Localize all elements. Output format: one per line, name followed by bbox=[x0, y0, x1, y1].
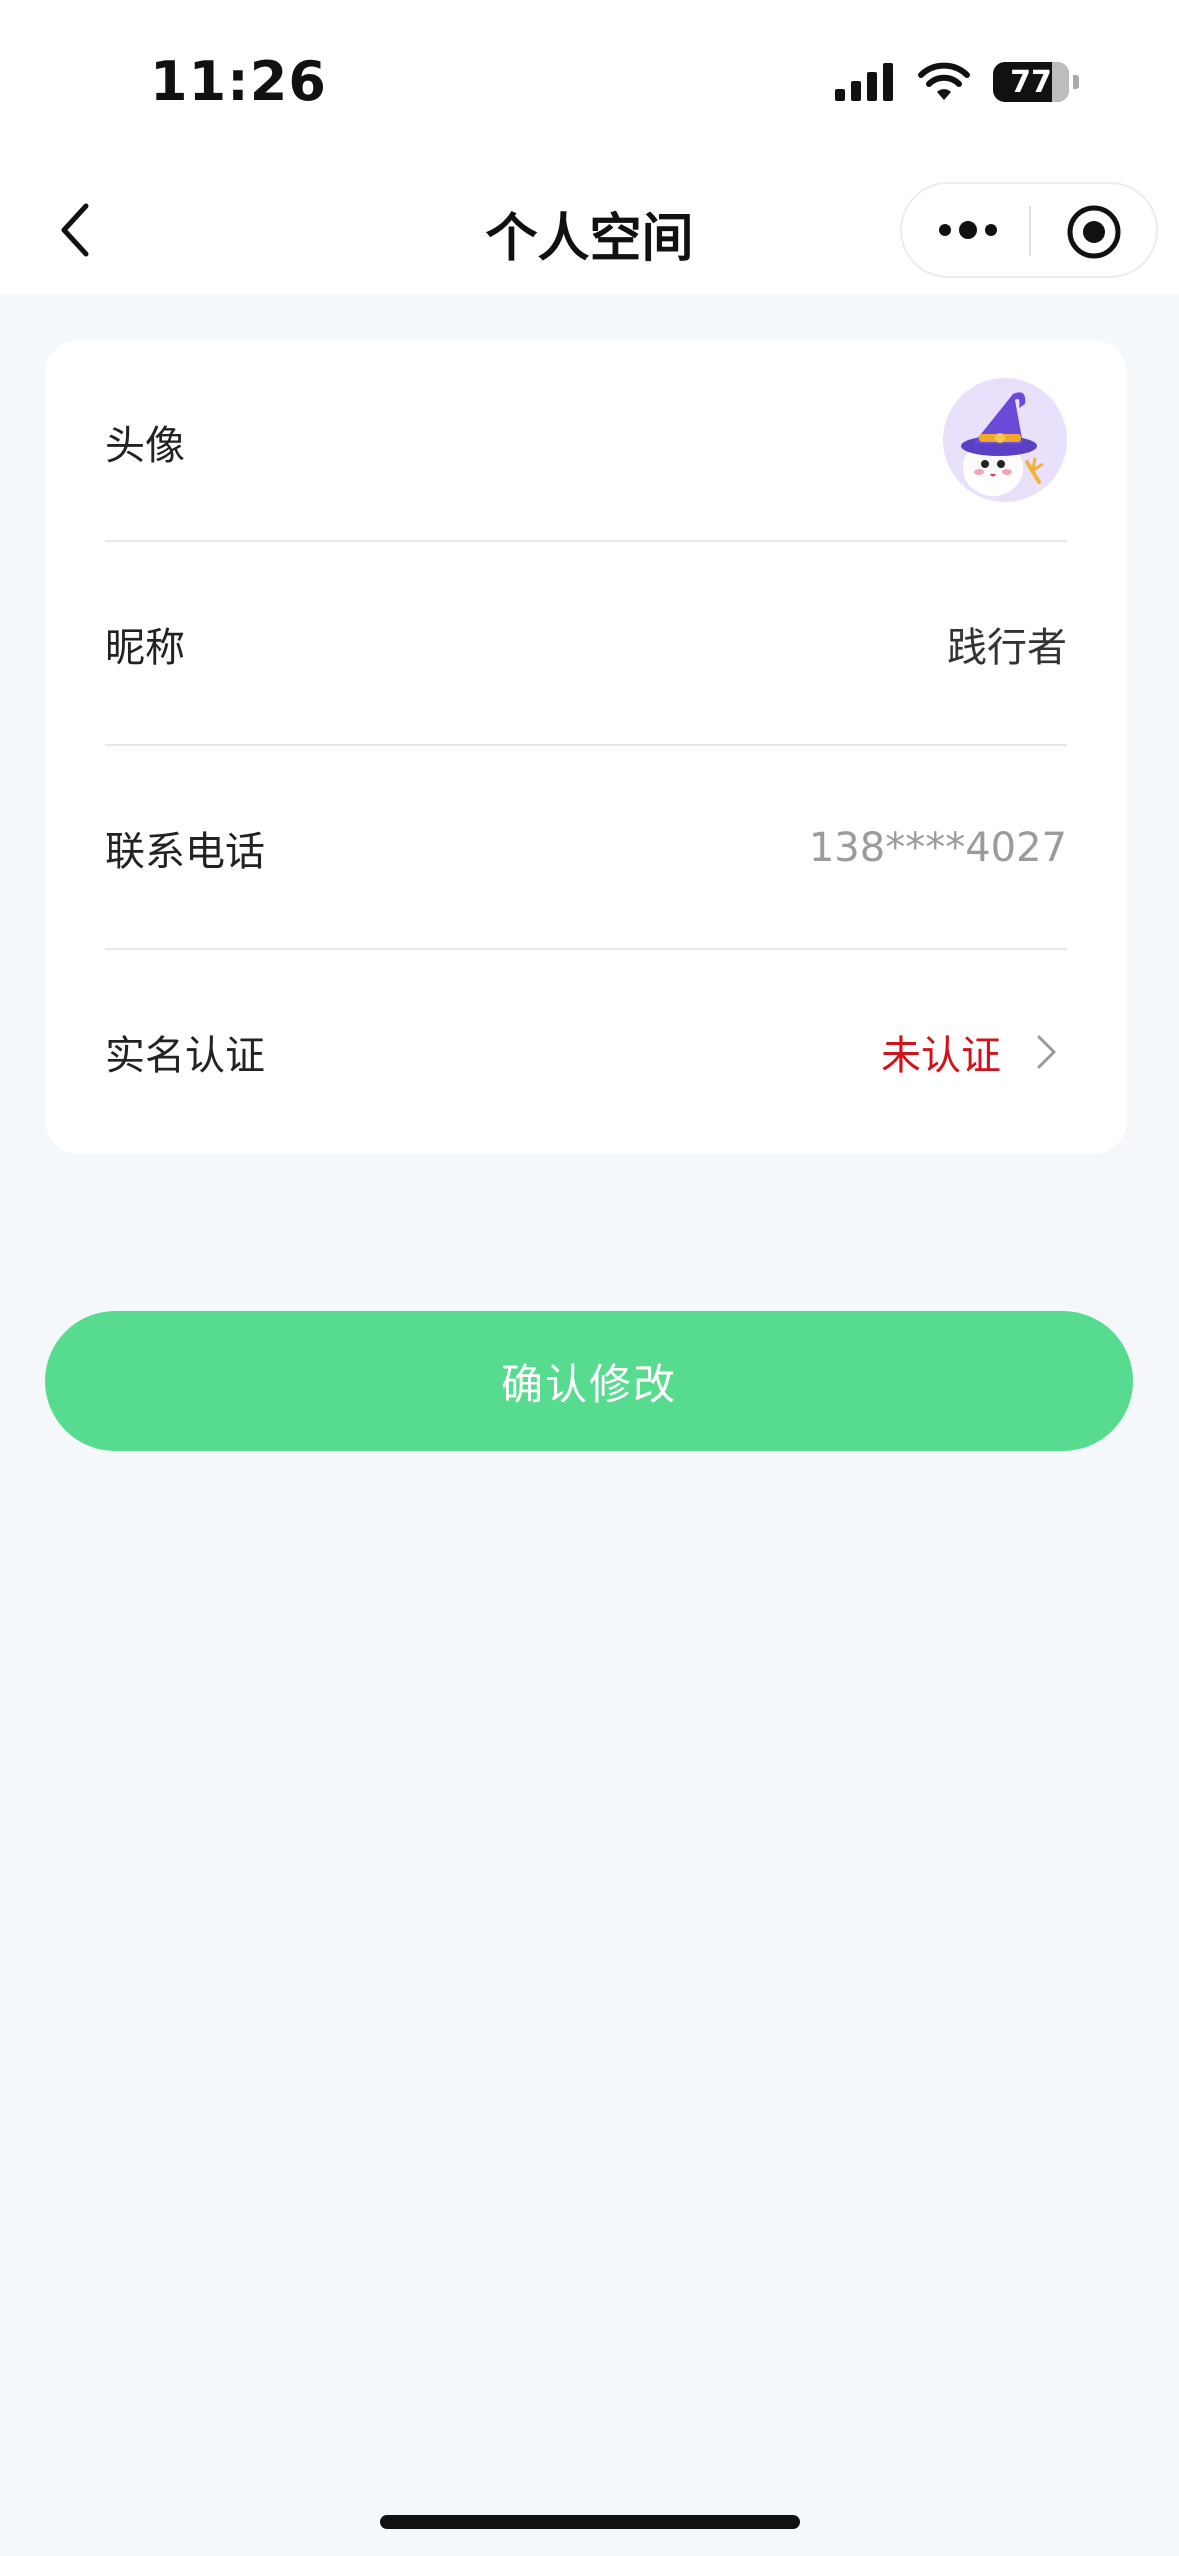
target-close-icon bbox=[1067, 205, 1121, 259]
confirm-button[interactable]: 确认修改 bbox=[45, 1311, 1133, 1451]
verification-status-wrap: 未认证 bbox=[881, 950, 1067, 1154]
nickname-value[interactable]: 践行者 bbox=[947, 542, 1067, 746]
phone-value: 138****4027 bbox=[808, 825, 1067, 871]
more-button[interactable] bbox=[936, 212, 1000, 248]
cellular-signal-icon bbox=[835, 63, 893, 101]
avatar-row[interactable]: 头像 bbox=[105, 340, 1067, 544]
nickname-row[interactable]: 昵称 践行者 bbox=[105, 542, 1067, 746]
chevron-right-icon bbox=[1027, 1032, 1067, 1072]
mini-program-capsule bbox=[900, 182, 1158, 278]
nickname-label: 昵称 bbox=[105, 625, 185, 671]
status-time: 11:26 bbox=[150, 50, 327, 113]
profile-card: 头像 昵称 践行者 联系电话 138****4027 实名认证 未认证 bbox=[45, 340, 1127, 1154]
avatar[interactable] bbox=[943, 378, 1067, 502]
phone-row[interactable]: 联系电话 138****4027 bbox=[105, 746, 1067, 950]
wizard-avatar-icon bbox=[943, 378, 1067, 502]
wifi-icon bbox=[918, 62, 970, 100]
battery-icon: 77 bbox=[993, 62, 1069, 102]
status-icons: 77 bbox=[835, 62, 1079, 102]
more-dots-icon bbox=[939, 221, 997, 239]
verification-status: 未认证 bbox=[881, 1033, 1001, 1079]
status-bar: 11:26 77 bbox=[0, 0, 1179, 170]
battery-tip bbox=[1073, 75, 1079, 89]
home-indicator bbox=[380, 2515, 800, 2529]
phone-label: 联系电话 bbox=[105, 829, 265, 875]
close-button[interactable] bbox=[1066, 204, 1122, 260]
battery-level: 77 bbox=[1010, 64, 1052, 100]
verification-row[interactable]: 实名认证 未认证 bbox=[105, 950, 1067, 1154]
avatar-label: 头像 bbox=[105, 423, 185, 469]
capsule-divider bbox=[1029, 206, 1031, 256]
nav-bar: 个人空间 bbox=[0, 170, 1179, 294]
verification-label: 实名认证 bbox=[105, 1033, 265, 1079]
